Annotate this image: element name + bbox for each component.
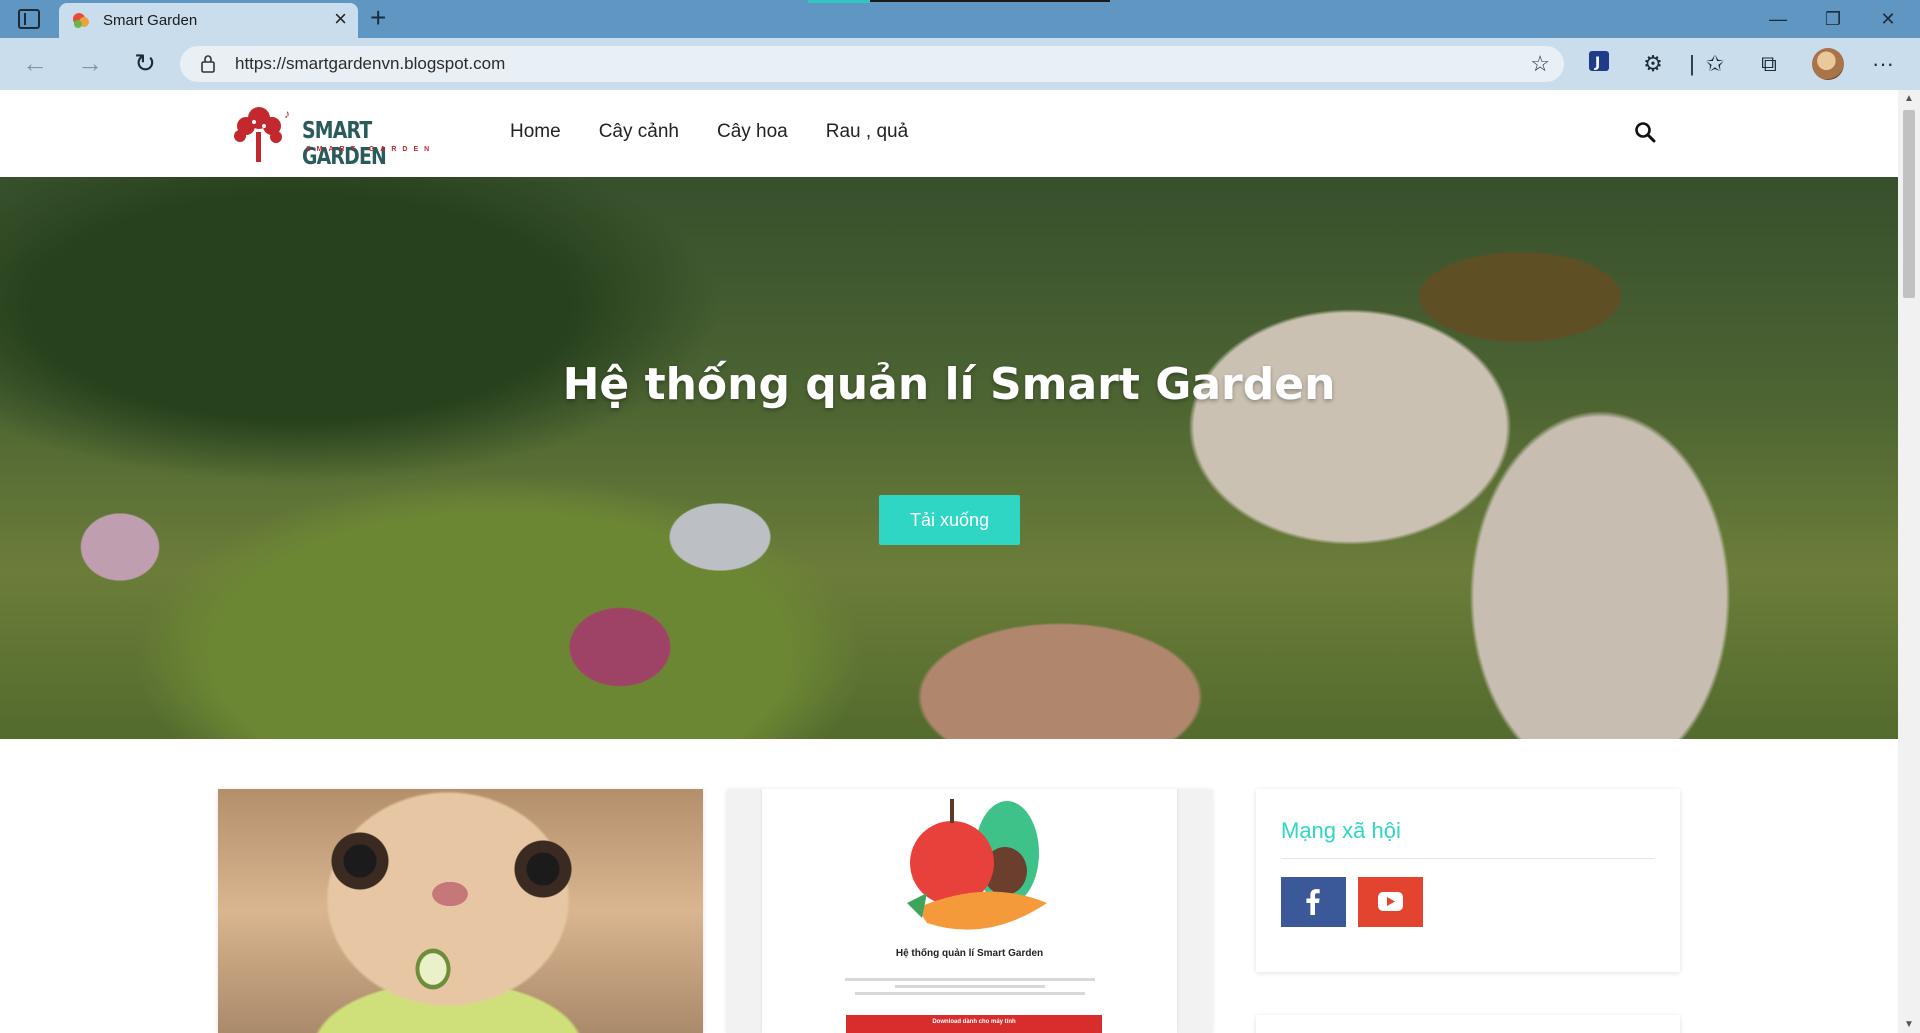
document-body-text xyxy=(822,974,1117,999)
browser-tab[interactable]: Smart Garden × xyxy=(59,3,358,38)
main-menu: Home Cây cảnh Cây hoa Rau , quả xyxy=(510,121,908,143)
toolbar-separator: | xyxy=(1689,51,1695,76)
close-window-button[interactable]: ✕ xyxy=(1868,6,1908,32)
site-logo[interactable]: ♪ SMART GARDEN SMART GARDEN xyxy=(226,102,446,170)
tab-close-icon[interactable]: × xyxy=(334,8,347,30)
restore-button[interactable]: ❐ xyxy=(1813,6,1853,32)
fruit-illustration-icon xyxy=(907,799,1047,930)
youtube-button[interactable] xyxy=(1358,877,1423,927)
loading-indicator xyxy=(808,0,870,3)
favorites-icon[interactable]: ✩ xyxy=(1700,50,1730,80)
new-tab-button[interactable]: + xyxy=(370,3,386,33)
url-text[interactable]: https://smartgardenvn.blogspot.com xyxy=(235,54,505,74)
download-button[interactable]: Tải xuống xyxy=(879,495,1020,545)
svg-text:♪: ♪ xyxy=(284,107,290,121)
search-icon[interactable] xyxy=(1633,120,1657,144)
social-widget-title: Mạng xã hội xyxy=(1281,818,1401,843)
hero-overlay xyxy=(0,177,1898,739)
post-card-cat-image[interactable] xyxy=(218,789,703,1033)
document-preview: Hệ thống quản lí Smart Garden Download d… xyxy=(762,789,1177,1033)
tab-actions-icon[interactable] xyxy=(18,9,40,29)
collections-icon[interactable]: ⧉ xyxy=(1754,50,1784,80)
scroll-up-icon[interactable]: ▲ xyxy=(1904,93,1914,104)
menu-item-rau-qua[interactable]: Rau , quả xyxy=(826,121,908,143)
scrollbar-thumb[interactable] xyxy=(1903,110,1915,298)
document-download-button[interactable]: Download dành cho máy tính xyxy=(846,1015,1102,1033)
sidebar-widget-next xyxy=(1256,1015,1680,1033)
page-scrollbar[interactable]: ▲ ▼ xyxy=(1898,90,1920,1033)
minimize-button[interactable]: — xyxy=(1758,6,1798,32)
site-header: ♪ SMART GARDEN SMART GARDEN Home Cây cản… xyxy=(0,90,1898,177)
document-title: Hệ thống quản lí Smart Garden xyxy=(895,948,1044,959)
extensions-puzzle-icon[interactable]: ⚙ xyxy=(1638,50,1668,80)
facebook-icon xyxy=(1306,889,1320,915)
tab-title: Smart Garden xyxy=(103,12,198,29)
svg-text:J: J xyxy=(1594,55,1600,71)
menu-item-cay-canh[interactable]: Cây cảnh xyxy=(599,121,679,143)
loading-indicator-track xyxy=(870,0,1110,2)
logo-text: SMART GARDEN xyxy=(302,118,387,170)
address-bar[interactable]: https://smartgardenvn.blogspot.com ☆ xyxy=(180,46,1564,82)
back-button[interactable]: ← xyxy=(18,48,52,80)
add-favorite-icon[interactable]: ☆ xyxy=(1530,51,1550,77)
social-widget: Mạng xã hội xyxy=(1256,789,1680,972)
extension-j-icon[interactable]: J xyxy=(1584,50,1614,80)
hero-title: Hệ thống quản lí Smart Garden xyxy=(562,359,1336,410)
page-viewport: ♪ SMART GARDEN SMART GARDEN Home Cây cản… xyxy=(0,90,1898,1033)
browser-titlebar: Smart Garden × + — ❐ ✕ xyxy=(0,0,1920,38)
post-card-document[interactable]: Hệ thống quản lí Smart Garden Download d… xyxy=(727,789,1212,1033)
hero-banner: Hệ thống quản lí Smart Garden Tải xuống xyxy=(0,177,1898,739)
more-menu-icon[interactable]: ··· xyxy=(1868,50,1898,80)
youtube-icon xyxy=(1378,892,1403,911)
profile-avatar[interactable] xyxy=(1812,48,1844,80)
browser-toolbar: ← → ↻ https://smartgardenvn.blogspot.com… xyxy=(0,38,1920,90)
menu-item-home[interactable]: Home xyxy=(510,121,561,143)
menu-item-cay-hoa[interactable]: Cây hoa xyxy=(717,121,788,143)
divider xyxy=(1281,858,1655,859)
refresh-button[interactable]: ↻ xyxy=(128,48,162,80)
tree-logo-icon: ♪ xyxy=(234,107,290,162)
scroll-down-icon[interactable]: ▼ xyxy=(1904,1019,1914,1030)
favicon-icon xyxy=(73,13,89,28)
forward-button[interactable]: → xyxy=(73,48,107,80)
facebook-button[interactable] xyxy=(1281,877,1346,927)
lock-icon xyxy=(201,55,215,73)
logo-subtext: SMART GARDEN xyxy=(306,146,436,153)
